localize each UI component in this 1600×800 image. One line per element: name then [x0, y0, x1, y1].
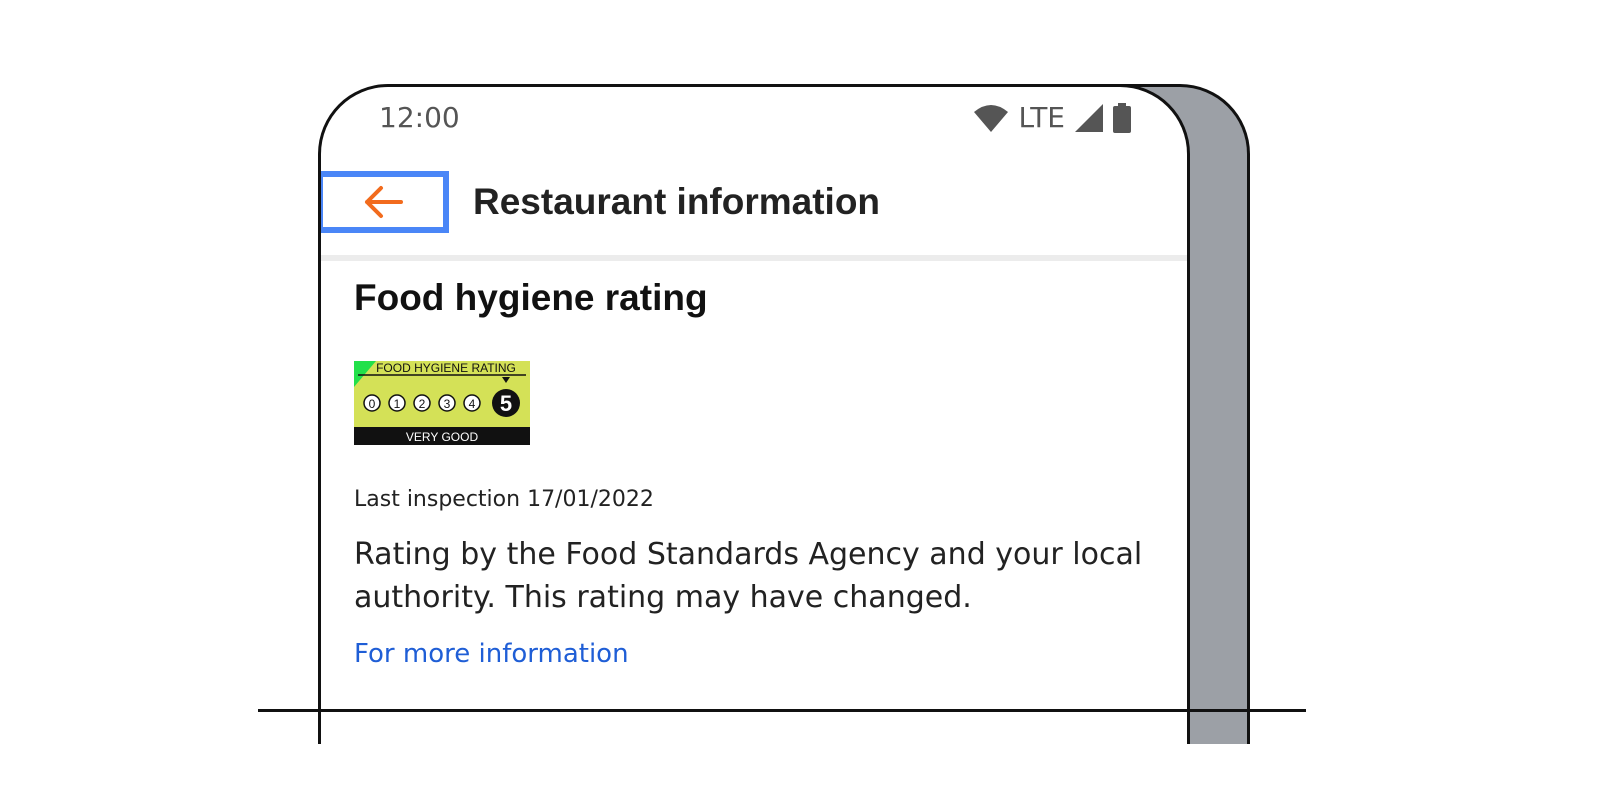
status-time: 12:00: [379, 101, 460, 134]
section-title: Food hygiene rating: [354, 277, 708, 318]
more-information-link[interactable]: For more information: [354, 639, 629, 669]
badge-label: VERY GOOD: [406, 430, 479, 444]
food-hygiene-rating-badge: FOOD HYGIENE RATING 0 1 2 3 4 5 VERY GOO…: [354, 361, 530, 445]
rating-3: 3: [444, 397, 451, 411]
arrow-left-icon: [365, 186, 403, 218]
app-bar: Restaurant information: [321, 149, 1187, 261]
back-button[interactable]: [321, 171, 449, 233]
status-bar: 12:00 LTE: [321, 87, 1187, 149]
page-title: Restaurant information: [473, 181, 881, 222]
phone-screen: 12:00 LTE Restaurant information Food hy…: [318, 84, 1190, 744]
rating-description: Rating by the Food Standards Agency and …: [354, 537, 1143, 615]
signal-icon: [1075, 103, 1103, 132]
rating-4: 4: [469, 397, 476, 411]
last-inspection: Last inspection 17/01/2022: [354, 487, 654, 512]
rating-1: 1: [394, 397, 401, 411]
network-type: LTE: [1018, 101, 1065, 134]
status-icons: LTE: [974, 101, 1131, 134]
battery-icon: [1113, 102, 1131, 133]
ground-line: [258, 709, 1306, 712]
rating-0: 0: [369, 397, 376, 411]
rating-5-selected: 5: [500, 391, 512, 416]
hygiene-section: Food hygiene rating FOOD HYGIENE RATING …: [354, 277, 1154, 669]
wifi-icon: [974, 104, 1009, 132]
rating-2: 2: [419, 397, 426, 411]
badge-heading: FOOD HYGIENE RATING: [376, 361, 516, 375]
